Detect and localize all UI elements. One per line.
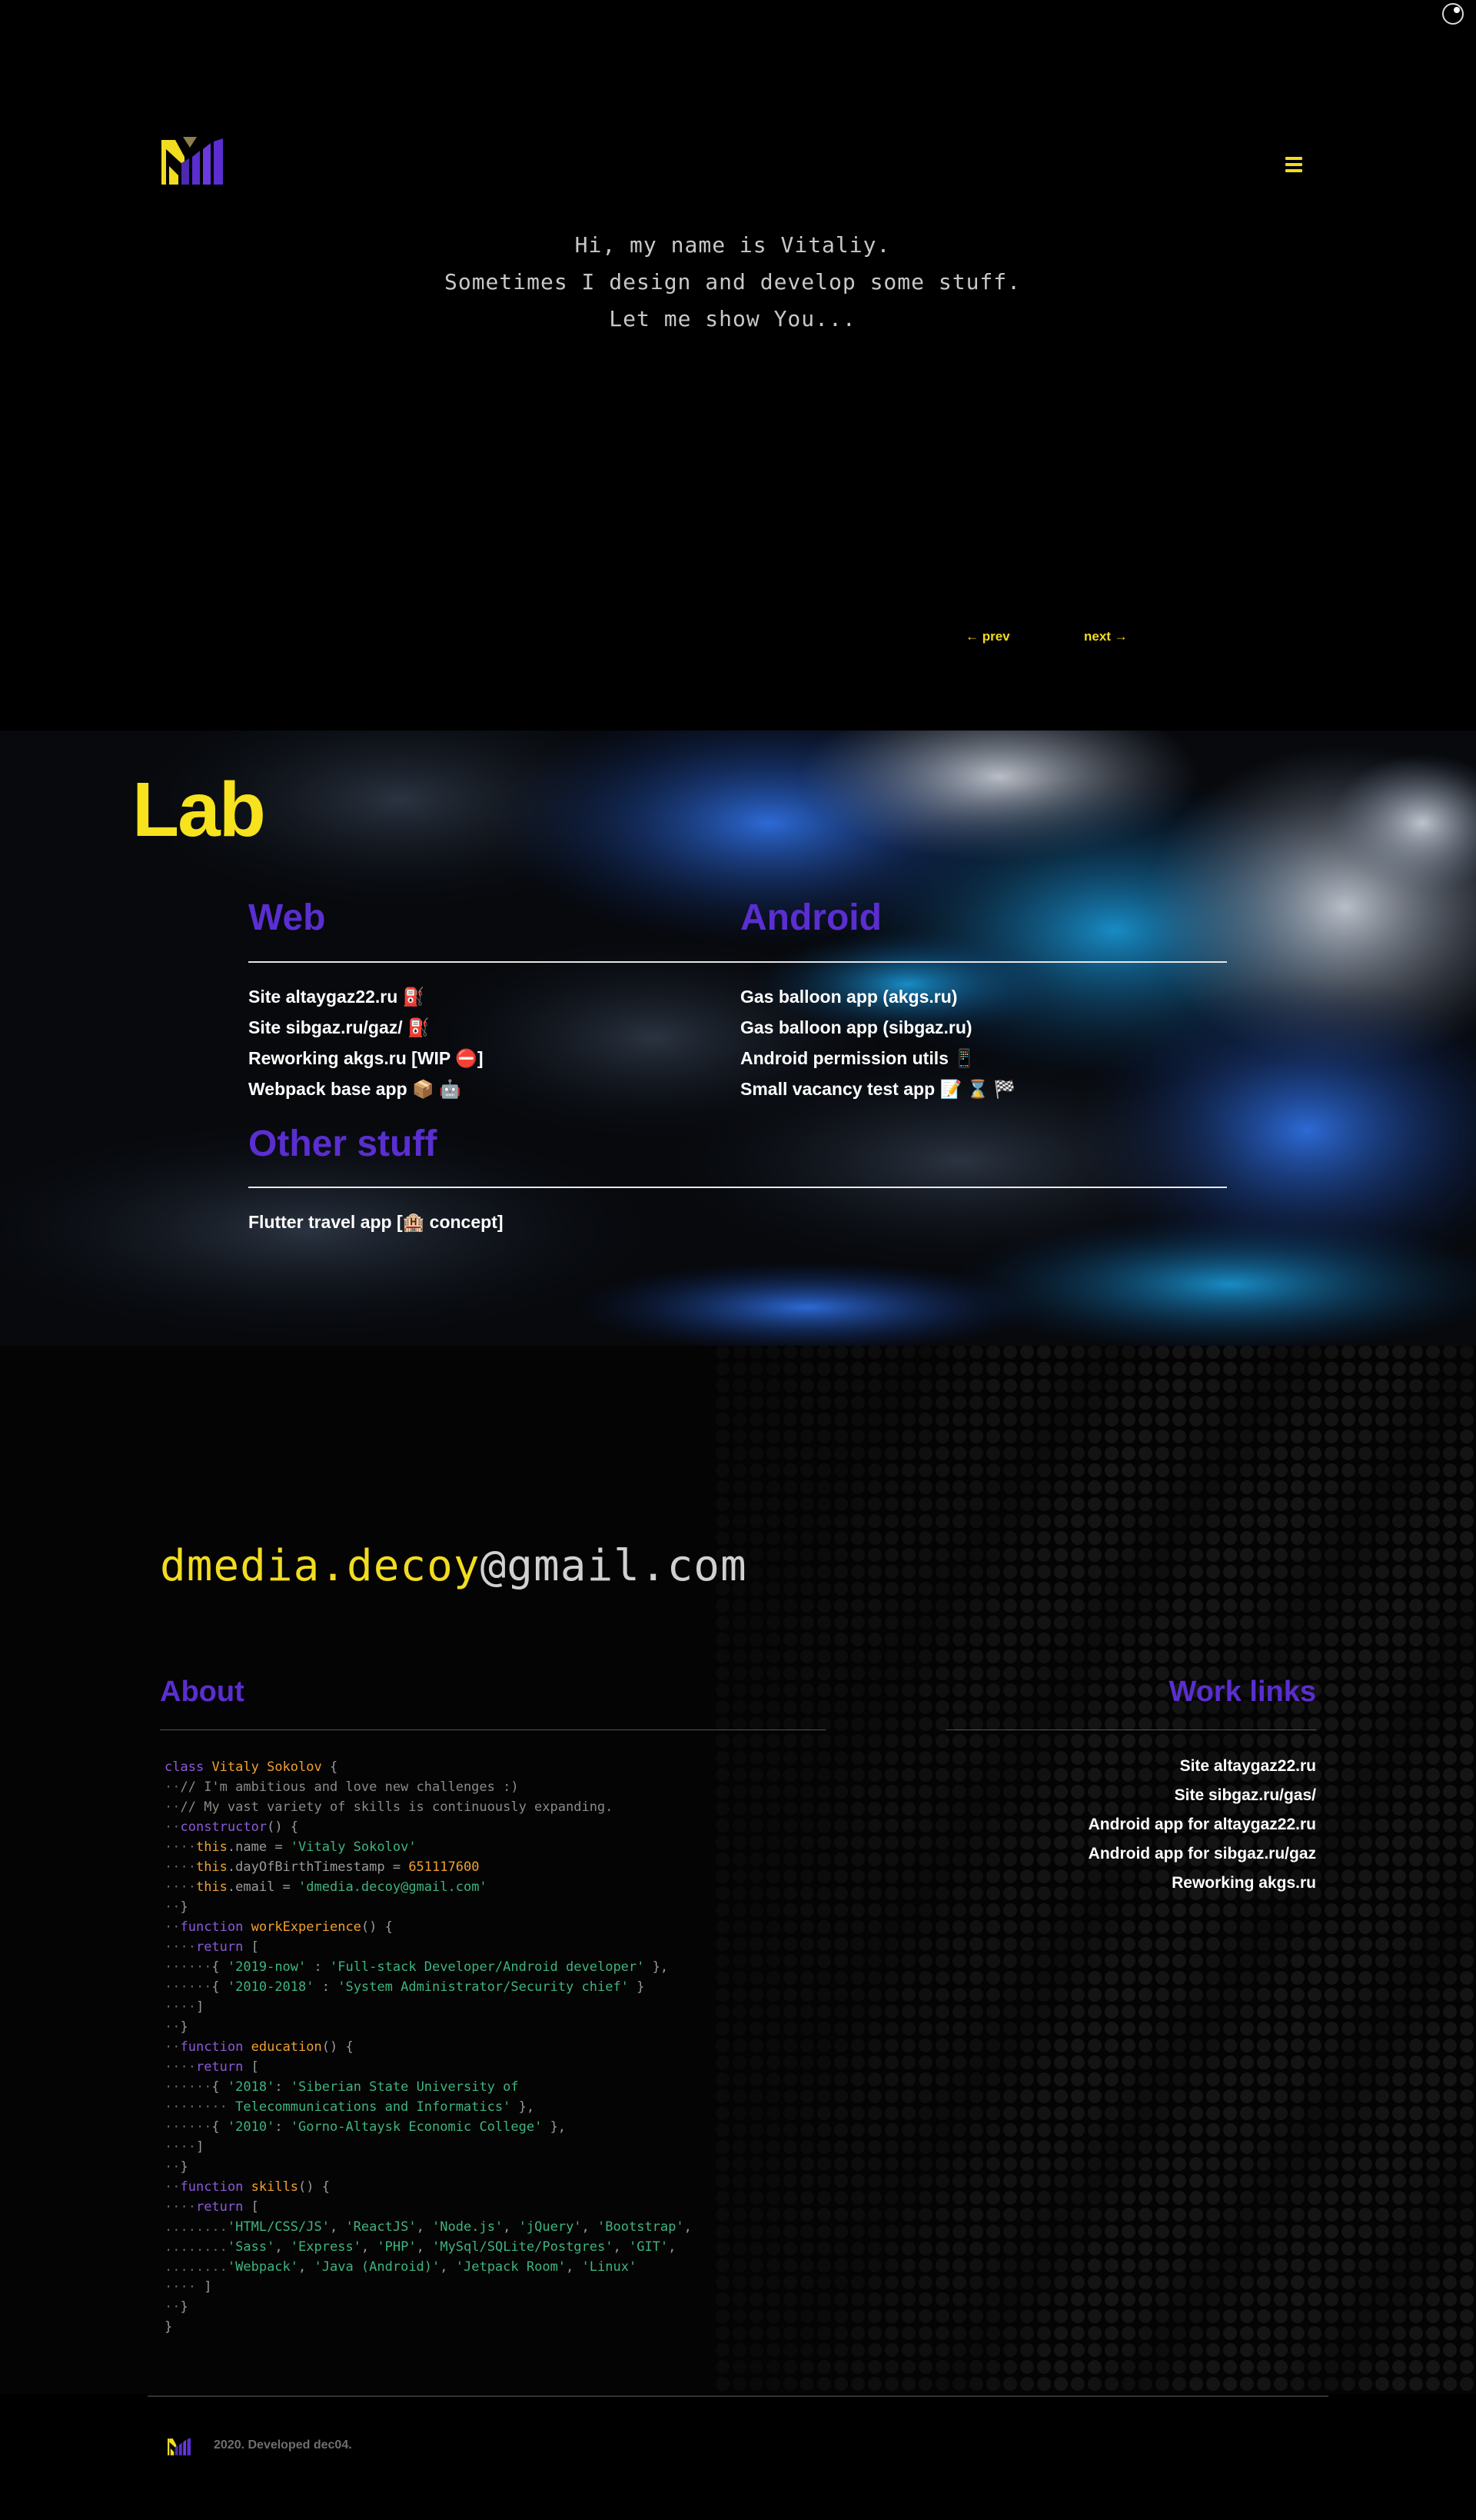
list-item[interactable]: Reworking akgs.ru [WIP ⛔]	[248, 1043, 484, 1074]
list-item[interactable]: Webpack base app 📦 🤖	[248, 1074, 484, 1104]
intro-line: Sometimes I design and develop some stuf…	[444, 269, 1021, 295]
list-item[interactable]: Site altaygaz22.ru ⛽	[248, 981, 484, 1012]
logo-icon[interactable]	[161, 135, 223, 189]
list-item[interactable]: Gas balloon app (sibgaz.ru)	[740, 1012, 1016, 1043]
hero-section	[0, 0, 1476, 731]
work-link[interactable]: Android app for altaygaz22.ru	[1089, 1810, 1316, 1839]
intro-line: Hi, my name is Vitaliy.	[574, 232, 891, 258]
other-stuff-heading: Other stuff	[248, 1124, 437, 1164]
prev-button[interactable]: ← prev	[966, 629, 1010, 644]
footer-text: 2020. Developed dec04.	[214, 2438, 352, 2452]
email-user: dmedia.decoy	[160, 1541, 480, 1591]
about-divider	[160, 1729, 826, 1730]
web-heading: Web	[248, 897, 326, 938]
work-links-list: Site altaygaz22.ru Site sibgaz.ru/gas/ A…	[1089, 1752, 1316, 1898]
work-link[interactable]: Site altaygaz22.ru	[1089, 1752, 1316, 1781]
work-links-divider	[946, 1729, 1316, 1730]
other-project-list: Flutter travel app [🏨 concept]	[248, 1207, 504, 1237]
lab-divider	[248, 961, 1227, 963]
email-domain: @gmail.com	[480, 1541, 747, 1591]
web-project-list: Site altaygaz22.ru ⛽ Site sibgaz.ru/gaz/…	[248, 981, 484, 1104]
next-button[interactable]: next →	[1084, 629, 1128, 644]
intro-text: Hi, my name is Vitaliy. Sometimes I desi…	[0, 227, 1465, 338]
intro-line: Let me show You...	[609, 306, 856, 331]
list-item[interactable]: Gas balloon app (akgs.ru)	[740, 981, 1016, 1012]
list-item[interactable]: Flutter travel app [🏨 concept]	[248, 1207, 504, 1237]
work-links-heading: Work links	[1168, 1676, 1316, 1708]
list-item[interactable]: Small vacancy test app 📝 ⌛ 🏁	[740, 1074, 1016, 1104]
android-project-list: Gas balloon app (akgs.ru) Gas balloon ap…	[740, 981, 1016, 1104]
theme-toggle-icon[interactable]	[1442, 3, 1464, 25]
android-heading: Android	[740, 897, 882, 938]
footer-divider	[148, 2395, 1328, 2397]
work-link[interactable]: Android app for sibgaz.ru/gaz	[1089, 1839, 1316, 1869]
work-link[interactable]: Site sibgaz.ru/gas/	[1089, 1781, 1316, 1810]
about-heading: About	[160, 1676, 244, 1708]
footer	[0, 2394, 1476, 2520]
work-link[interactable]: Reworking akgs.ru	[1089, 1869, 1316, 1898]
list-item[interactable]: Site sibgaz.ru/gaz/ ⛽	[248, 1012, 484, 1043]
list-item[interactable]: Android permission utils 📱	[740, 1043, 1016, 1074]
menu-icon[interactable]	[1285, 157, 1302, 172]
footer-logo-icon[interactable]	[168, 2436, 191, 2458]
lab-title: Lab	[132, 767, 266, 853]
about-code-block: class Vitaly Sokolov { ··// I'm ambitiou…	[165, 1759, 692, 2335]
email-link[interactable]: dmedia.decoy@gmail.com	[160, 1536, 747, 1597]
other-divider	[248, 1187, 1227, 1188]
